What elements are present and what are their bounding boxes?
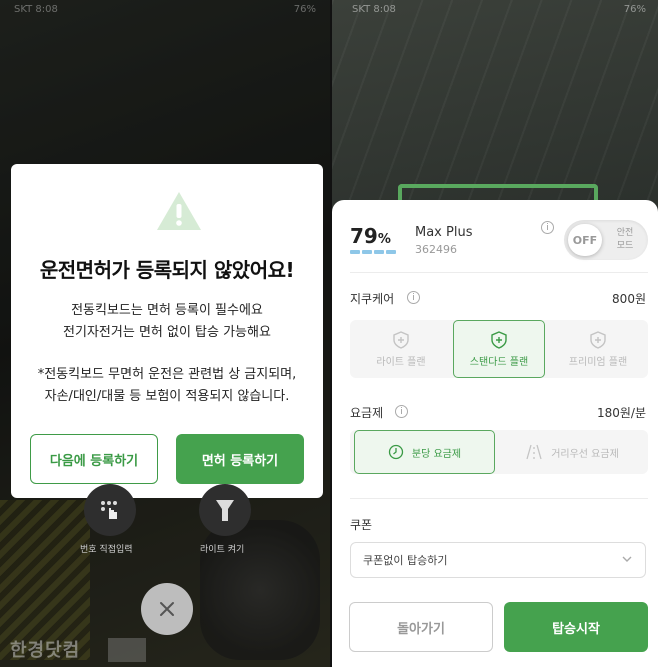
right-screen: SKT 8:08 76% 79% Max Plus 362496 i OFF 안…: [332, 0, 658, 667]
close-icon: [160, 602, 174, 616]
plan-label: 스탠다드 플랜: [469, 356, 529, 368]
close-button[interactable]: [141, 583, 193, 635]
start-ride-button[interactable]: 탑승시작: [504, 602, 648, 652]
care-price: 800원: [612, 292, 646, 306]
coupon-select[interactable]: 쿠폰없이 탑승하기: [350, 542, 646, 578]
safe-mode-label: 안전 모드: [608, 227, 642, 253]
shield-plus-icon: [491, 330, 507, 349]
safe-mode-toggle[interactable]: OFF 안전 모드: [564, 220, 648, 260]
hand-tap-icon: [101, 501, 117, 519]
license-dialog: 운전면허가 등록되지 않았어요! 전동킥보드는 면허 등록이 필수에요 전기자전…: [11, 164, 323, 498]
plan-label: 프리미엄 플랜: [568, 356, 628, 368]
left-screen: SKT 8:08 76% 운전면허가 등록되지 않았어요! 전동킥보드는 면허 …: [0, 0, 330, 667]
watermark-box: [108, 638, 146, 662]
road-icon: [526, 444, 542, 460]
device-name: Max Plus: [415, 225, 473, 240]
background-lines: [332, 0, 658, 200]
fee-distance[interactable]: 거리우선 요금제: [500, 430, 644, 474]
watermark: 한경닷컴: [10, 640, 81, 661]
battery-unit: %: [377, 232, 391, 247]
flashlight-label: 라이트 켜기: [200, 545, 245, 555]
fee-price: 180원/분: [596, 406, 646, 420]
fee-per-minute[interactable]: 분당 요금제: [354, 430, 495, 474]
coupon-value: 쿠폰없이 탑승하기: [363, 554, 448, 567]
chevron-down-icon: [622, 556, 632, 562]
coupon-label: 쿠폰: [350, 518, 373, 532]
divider: [350, 498, 648, 499]
device-id: 362496: [415, 243, 457, 256]
battery-segment: [350, 250, 360, 254]
status-battery: 76%: [293, 4, 316, 15]
battery-bar: [350, 250, 396, 254]
fee-option-group: 분당 요금제 거리우선 요금제: [350, 430, 648, 474]
toggle-knob: OFF: [568, 224, 602, 256]
fee-option-label: 거리우선 요금제: [551, 448, 619, 460]
dialog-body-line: 전동킥보드는 면허 등록이 필수에요: [71, 303, 263, 318]
back-button[interactable]: 돌아가기: [349, 602, 493, 652]
clock-icon: [388, 444, 404, 460]
fee-option-label: 분당 요금제: [411, 448, 462, 460]
battery-value: 79: [350, 224, 378, 248]
dialog-body-line: 전기자전거는 면허 없이 탑승 가능해요: [63, 325, 271, 340]
register-later-button[interactable]: 다음에 등록하기: [30, 434, 158, 484]
warning-triangle-icon: [157, 192, 201, 230]
plan-standard[interactable]: 스탠다드 플랜: [453, 320, 545, 378]
status-battery: 76%: [623, 4, 646, 15]
dialog-body: 전동킥보드는 면허 등록이 필수에요 전기자전거는 면허 없이 탑승 가능해요: [11, 300, 323, 344]
shield-crown-icon: [590, 330, 606, 349]
status-bar-right: SKT 8:08: [352, 4, 396, 15]
fee-label: 요금제: [350, 406, 384, 420]
battery-segment: [362, 250, 372, 254]
divider: [350, 272, 648, 273]
ride-sheet: 79% Max Plus 362496 i OFF 안전 모드 지쿠케어 i 8…: [332, 200, 658, 667]
manual-input-label: 번호 직접입력: [80, 545, 133, 555]
register-license-button[interactable]: 면허 등록하기: [176, 434, 304, 484]
status-bar-left: SKT 8:08: [14, 4, 58, 15]
battery-segment: [374, 250, 384, 254]
care-info-icon[interactable]: i: [407, 291, 420, 304]
care-plan-group: 라이트 플랜 스탠다드 플랜 프리미엄 플랜: [350, 320, 648, 378]
flashlight-icon: [216, 500, 234, 521]
plan-lite[interactable]: 라이트 플랜: [356, 320, 446, 378]
manual-input-button[interactable]: [84, 484, 136, 536]
device-info-icon[interactable]: i: [541, 221, 554, 234]
battery-percent: 79%: [350, 224, 391, 248]
dialog-title: 운전면허가 등록되지 않았어요!: [39, 258, 295, 282]
dialog-note-line: *전동킥보드 무면허 운전은 관련법 상 금지되며,: [37, 367, 297, 382]
safe-mode-label-line: 안전: [616, 228, 634, 238]
dialog-note-line: 자손/대인/대물 등 보험이 적용되지 않습니다.: [44, 389, 290, 404]
fee-info-icon[interactable]: i: [395, 405, 408, 418]
battery-segment: [386, 250, 396, 254]
plan-label: 라이트 플랜: [376, 356, 426, 368]
dialog-note: *전동킥보드 무면허 운전은 관련법 상 금지되며, 자손/대인/대물 등 보험…: [11, 364, 323, 408]
plan-premium[interactable]: 프리미엄 플랜: [552, 320, 644, 378]
care-label: 지쿠케어: [350, 292, 395, 306]
safe-mode-label-line: 모드: [616, 241, 634, 251]
flashlight-button[interactable]: [199, 484, 251, 536]
shield-plus-icon: [393, 330, 409, 349]
